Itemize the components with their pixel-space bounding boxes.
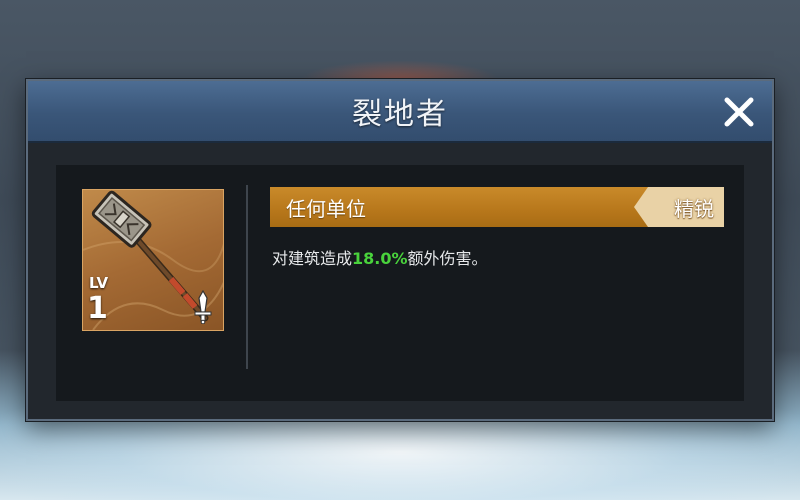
desc-suffix: 额外伤害。 — [407, 249, 488, 268]
target-bar: 任何单位 精锐 — [270, 187, 724, 227]
close-button[interactable] — [718, 91, 760, 133]
level-value: 1 — [87, 291, 108, 326]
vertical-divider — [246, 185, 248, 369]
desc-percentage: 18.0% — [352, 249, 408, 268]
close-icon — [724, 97, 754, 127]
rank-label: 精锐 — [674, 196, 714, 221]
effect-description: 对建筑造成18.0%额外伤害。 — [272, 245, 488, 269]
dialog-title: 裂地者 — [352, 97, 448, 132]
dialog-content: LV 1 任何单位 精锐 对建筑造成18.0%额外伤害。 — [56, 165, 744, 401]
weapon-card[interactable]: LV 1 — [82, 189, 224, 331]
sword-icon — [194, 290, 212, 324]
rank-badge: 精锐 — [634, 187, 724, 227]
skill-dialog: 裂地者 LV 1 任何单位 精锐 对建筑造成18.0%额外伤害。 — [26, 79, 774, 421]
desc-prefix: 对建筑造成 — [272, 249, 353, 268]
level-label: LV — [89, 274, 109, 292]
dialog-title-bar: 裂地者 — [28, 81, 772, 143]
target-label: 任何单位 — [286, 197, 366, 221]
